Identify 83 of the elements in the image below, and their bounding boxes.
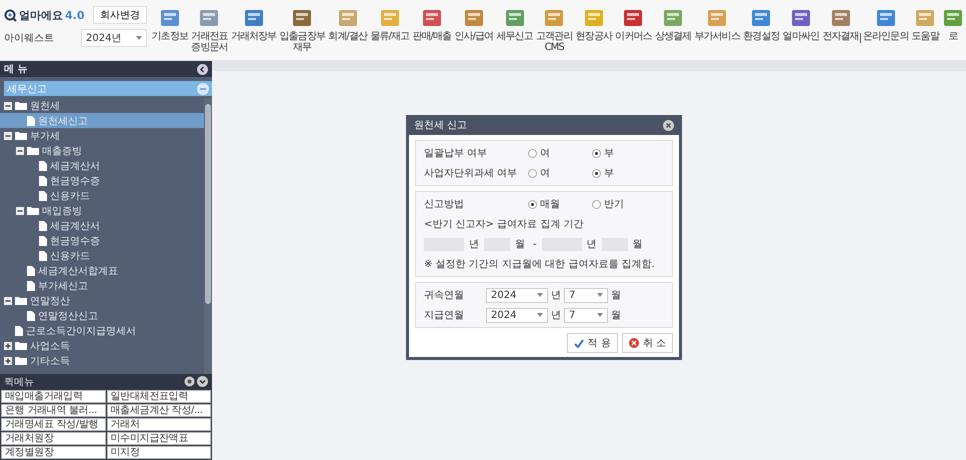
tree-item[interactable]: 현금영수증 <box>50 234 100 248</box>
quick-menu-button[interactable]: 거래명세표 작성/발행 <box>1 418 106 431</box>
toolbar-button[interactable]: 현장공사 <box>574 0 614 60</box>
toolbar-button[interactable]: 전자결재 <box>820 0 860 60</box>
period-caption: <반기 신고자> 급여자료 집계 기간 <box>424 218 584 231</box>
tree-item[interactable]: 신용카드 <box>50 188 90 202</box>
tree-item[interactable]: 근로소득간이지급명세서 <box>26 324 136 338</box>
quick-menu-header: 퀵메뉴 <box>0 374 212 389</box>
tree-item[interactable]: 매출증빙 <box>42 144 82 158</box>
radio-option[interactable]: 부 <box>592 146 656 160</box>
cancel-button[interactable]: 취 소 <box>622 333 673 353</box>
tree-item[interactable]: 기타소득 <box>30 354 70 368</box>
note-text: ※ 설정한 기간의 지급월에 대한 급여자료를 집계함. <box>424 258 656 271</box>
tree-item[interactable]: 연말정산 <box>30 294 70 308</box>
quick-menu-button[interactable]: 매입매출거래입력 <box>1 390 106 403</box>
year-select[interactable]: 2024 <box>486 288 548 302</box>
tree-item[interactable]: 부가세신고 <box>38 278 88 292</box>
radio-option[interactable]: 반기 <box>592 197 656 211</box>
month-select[interactable]: 7 <box>564 288 608 302</box>
toolbar-button[interactable]: 기초정보 <box>150 0 190 60</box>
quick-menu-button[interactable]: 일반대체전표입력 <box>106 390 211 403</box>
tree-item[interactable]: 원천세 <box>30 98 60 112</box>
unit-label: 월 <box>515 238 525 251</box>
date-label: 지급연월 <box>424 309 465 322</box>
toolbar-button[interactable]: 온라인문의 <box>861 0 910 60</box>
app-logo: 얼마에요 <box>19 8 63 22</box>
toolbar-button[interactable]: 인사/급여 <box>452 0 495 60</box>
apply-button[interactable]: 적 용 <box>566 333 618 353</box>
option-label: 일괄납부 여부 <box>424 147 488 160</box>
radio-option[interactable]: 부 <box>592 166 656 180</box>
date-label: 귀속연월 <box>424 289 465 302</box>
company-name: 아이웨스트 <box>4 32 54 45</box>
unit-label: 년 <box>469 238 479 251</box>
tree-item[interactable]: 신용카드 <box>50 248 90 262</box>
quick-menu-button[interactable]: 은행 거래내역 불러... <box>1 404 106 417</box>
tree-item[interactable]: 세금계산서 <box>50 218 100 232</box>
radio-option[interactable]: 여 <box>528 146 592 160</box>
tree-item[interactable]: 부가세 <box>30 128 60 142</box>
toolbar-button[interactable]: 도움말 <box>910 0 940 60</box>
unit-label: 월 <box>611 309 621 322</box>
toolbar-button[interactable]: 이커머스 <box>614 0 654 60</box>
tree-item[interactable]: 연말정산신고 <box>38 308 98 322</box>
toolbar-button[interactable]: 부가서비스 <box>692 0 742 60</box>
quick-menu-button[interactable]: 거래처 <box>106 418 211 431</box>
tree-item[interactable]: 세금계산서합계표 <box>38 264 118 278</box>
toolbar-button[interactable]: 물류/재고 <box>368 0 411 60</box>
toolbar-button[interactable]: 세무신고 <box>494 0 534 60</box>
toolbar-button[interactable]: 판매/매출 <box>410 0 453 60</box>
unit-label: 년 <box>551 309 561 322</box>
tree-item[interactable]: 세금계산서 <box>50 158 100 172</box>
tree-item[interactable]: 사업소득 <box>30 338 70 352</box>
toolbar-button[interactable]: 환경설정 <box>742 0 782 60</box>
toolbar-button[interactable]: 입출금장부 재무 <box>278 0 327 60</box>
unit-label: 년 <box>551 289 561 302</box>
radio-option[interactable]: 여 <box>528 166 592 180</box>
toolbar-button[interactable]: 상생결제 <box>653 0 693 60</box>
app-version: 4.0 <box>65 8 84 22</box>
quick-menu-button[interactable]: 미수미지급잔액표 <box>106 432 211 445</box>
unit-label: 년 <box>586 238 597 251</box>
unit-label: 월 <box>632 238 643 251</box>
menu-header: 메 뉴 <box>0 61 212 77</box>
option-label: 신고방법 <box>424 198 465 211</box>
toolbar-button[interactable]: 로 <box>940 0 966 60</box>
option-label: 사업자단위과세 여부 <box>424 167 518 180</box>
unit-label: 월 <box>611 289 621 302</box>
toolbar-button[interactable]: 회계/결산 <box>326 0 369 60</box>
year-select[interactable]: 2024년 <box>81 29 147 47</box>
unit-label: - <box>533 238 537 250</box>
radio-option[interactable]: 매월 <box>528 197 592 211</box>
year-select[interactable]: 2024 <box>486 308 548 322</box>
quick-menu-button[interactable]: 매출세금계산 작성/... <box>106 404 211 417</box>
toolbar-button[interactable]: 거래전표 증빙문서 <box>190 0 230 60</box>
change-company-button[interactable]: 회사변경 <box>93 6 147 24</box>
tree-item[interactable]: 현금영수증 <box>50 174 100 188</box>
toolbar-button[interactable]: 거래처장부 <box>229 0 278 60</box>
toolbar-button[interactable]: 고객관리 CMS <box>534 0 574 60</box>
dialog-title: 원천세 신고 <box>414 119 468 132</box>
month-select[interactable]: 7 <box>564 308 608 322</box>
tree-item[interactable]: 매입증빙 <box>42 204 82 218</box>
quick-menu-button[interactable]: 미지정 <box>106 446 211 459</box>
quick-menu-button[interactable]: 계정별원장 <box>1 446 106 459</box>
quick-menu-button[interactable]: 거래처원장 <box>1 432 106 445</box>
toolbar-button[interactable]: 얼마싸인 <box>781 0 821 60</box>
